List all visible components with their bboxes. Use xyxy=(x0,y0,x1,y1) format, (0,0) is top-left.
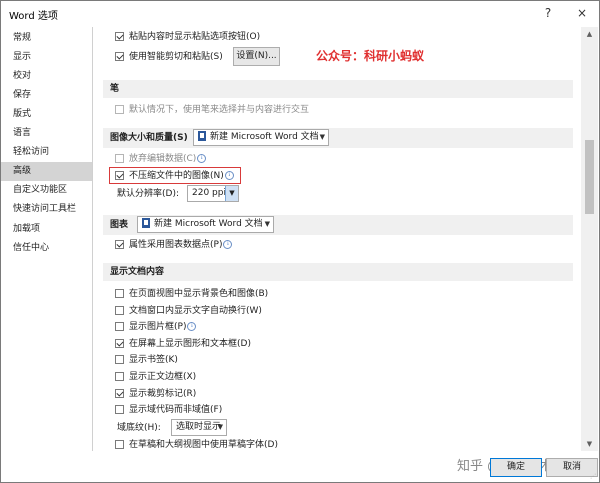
display-option-label: 显示域代码而非域值(F) xyxy=(129,405,223,415)
chevron-down-icon: ▼ xyxy=(319,133,325,141)
field-shading-value: 选取时显示 xyxy=(176,422,222,432)
display-option-checkbox[interactable] xyxy=(115,289,124,298)
close-button[interactable]: × xyxy=(570,3,594,23)
display-option-checkbox[interactable] xyxy=(115,306,124,315)
draft-font-checkbox[interactable] xyxy=(115,440,124,449)
field-shading-label: 域底纹(H): xyxy=(117,423,161,433)
discard-edit-data-checkbox[interactable] xyxy=(115,154,124,163)
resolution-label: 默认分辨率(D): xyxy=(117,189,179,199)
smart-cut-paste-checkbox[interactable] xyxy=(115,52,124,61)
no-compress-label: 不压缩文件中的图像(N) xyxy=(129,171,224,181)
options-content: 粘贴内容时显示粘贴选项按钮(O) 使用智能剪切和粘贴(S) 设置(N)... 公… xyxy=(93,27,579,451)
draft-font-label: 在草稿和大纲视图中使用草稿字体(D) xyxy=(129,440,278,450)
section-pen: 笔 xyxy=(103,80,573,98)
display-option-row[interactable]: 显示书签(K) xyxy=(115,352,178,368)
sidebar-item-add-ins[interactable]: 加载项 xyxy=(1,220,92,239)
sidebar: 常规 显示 校对 保存 版式 语言 轻松访问 高级 自定义功能区 快速访问工具栏… xyxy=(1,27,93,451)
scroll-thumb[interactable] xyxy=(585,140,594,214)
info-icon: i xyxy=(223,240,233,249)
resolution-value: 220 ppi xyxy=(192,188,226,198)
ok-button[interactable]: 确定 xyxy=(490,458,542,477)
image-doc-select-value: 新建 Microsoft Word 文档 xyxy=(210,132,319,142)
sidebar-item-display[interactable]: 显示 xyxy=(1,48,92,67)
discard-edit-data-row[interactable]: 放弃编辑数据(C) i xyxy=(115,151,207,167)
sidebar-item-layout[interactable]: 版式 xyxy=(1,105,92,124)
display-option-label: 文档窗口内显示文字自动换行(W) xyxy=(129,306,262,316)
discard-edit-data-label: 放弃编辑数据(C) xyxy=(129,154,197,164)
image-size-title: 图像大小和质量(S) xyxy=(110,133,188,143)
paste-options-checkbox[interactable] xyxy=(115,32,124,41)
sidebar-item-proofing[interactable]: 校对 xyxy=(1,67,92,86)
paste-options-label: 粘贴内容时显示粘贴选项按钮(O) xyxy=(129,32,261,42)
display-option-row[interactable]: 显示图片框(P) i xyxy=(115,319,197,335)
display-option-checkbox[interactable] xyxy=(115,372,124,381)
display-option-label: 显示正文边框(X) xyxy=(129,372,197,382)
display-option-label: 显示图片框(P) xyxy=(129,322,187,332)
chart-title: 图表 xyxy=(110,220,129,230)
field-shading-select[interactable]: 选取时显示 ▼ xyxy=(171,419,227,436)
chevron-down-icon: ▼ xyxy=(217,423,223,431)
resize-grip-icon[interactable]: ⋰ xyxy=(590,473,598,481)
display-option-checkbox[interactable] xyxy=(115,355,124,364)
display-option-row[interactable]: 显示裁剪标记(R) xyxy=(115,386,196,402)
sidebar-item-accessibility[interactable]: 轻松访问 xyxy=(1,143,92,162)
pen-select-row[interactable]: 默认情况下，使用笔来选择并与内容进行交互 xyxy=(115,102,309,118)
resolution-select[interactable]: 220 ppi ▼ xyxy=(187,185,239,202)
window-title: Word 选项 xyxy=(9,11,58,22)
word-doc-icon xyxy=(142,218,150,228)
sidebar-item-general[interactable]: 常规 xyxy=(1,29,92,48)
display-option-checkbox[interactable] xyxy=(115,405,124,414)
section-image-size: 图像大小和质量(S) xyxy=(103,128,573,148)
word-options-dialog: Word 选项 ? × 常规 显示 校对 保存 版式 语言 轻松访问 高级 自定… xyxy=(0,0,600,483)
chart-doc-select-value: 新建 Microsoft Word 文档 xyxy=(154,219,263,229)
sidebar-item-save[interactable]: 保存 xyxy=(1,86,92,105)
title-bar: Word 选项 ? × xyxy=(1,1,599,27)
info-icon: i xyxy=(224,171,234,180)
paste-settings-button[interactable]: 设置(N)... xyxy=(233,47,280,66)
sidebar-item-customize-ribbon[interactable]: 自定义功能区 xyxy=(1,181,92,200)
display-option-row[interactable]: 显示域代码而非域值(F) xyxy=(115,402,222,418)
section-display: 显示文档内容 xyxy=(103,263,573,281)
help-button[interactable]: ? xyxy=(536,3,560,23)
display-option-label: 在屏幕上显示图形和文本框(D) xyxy=(129,339,251,349)
chart-properties-checkbox[interactable] xyxy=(115,240,124,249)
image-doc-select[interactable]: 新建 Microsoft Word 文档 ▼ xyxy=(193,129,329,146)
display-option-checkbox[interactable] xyxy=(115,339,124,348)
pen-select-checkbox[interactable] xyxy=(115,105,124,114)
display-option-label: 在页面视图中显示背景色和图像(B) xyxy=(129,289,269,299)
paste-options-row[interactable]: 粘贴内容时显示粘贴选项按钮(O) xyxy=(115,29,260,45)
draft-font-row[interactable]: 在草稿和大纲视图中使用草稿字体(D) xyxy=(115,437,278,451)
display-option-row[interactable]: 在页面视图中显示背景色和图像(B) xyxy=(115,286,268,302)
no-compress-checkbox[interactable] xyxy=(115,171,124,180)
sidebar-item-advanced[interactable]: 高级 xyxy=(1,162,92,181)
smart-cut-paste-label: 使用智能剪切和粘贴(S) xyxy=(129,52,223,62)
info-icon: i xyxy=(197,154,207,163)
display-option-checkbox[interactable] xyxy=(115,389,124,398)
display-option-label: 显示书签(K) xyxy=(129,355,178,365)
sidebar-item-quick-access[interactable]: 快速访问工具栏 xyxy=(1,200,92,219)
chart-properties-label: 属性采用图表数据点(P) xyxy=(129,240,223,250)
dialog-footer: 知乎 @蚂蚁学术 确定 取消 ⋰ xyxy=(1,451,599,482)
smart-cut-paste-row[interactable]: 使用智能剪切和粘贴(S) xyxy=(115,49,223,65)
info-icon: i xyxy=(187,322,197,331)
chevron-down-icon[interactable]: ▼ xyxy=(225,186,238,201)
no-compress-row[interactable]: 不压缩文件中的图像(N) i xyxy=(115,168,234,184)
vertical-scrollbar[interactable]: ▲ ▼ xyxy=(581,27,598,451)
sidebar-item-language[interactable]: 语言 xyxy=(1,124,92,143)
chart-properties-row[interactable]: 属性采用图表数据点(P) i xyxy=(115,237,233,253)
display-option-row[interactable]: 显示正文边框(X) xyxy=(115,369,196,385)
display-option-checkbox[interactable] xyxy=(115,322,124,331)
chart-doc-select[interactable]: 新建 Microsoft Word 文档 ▼ xyxy=(137,216,274,233)
scroll-down-icon[interactable]: ▼ xyxy=(581,437,598,451)
scroll-up-icon[interactable]: ▲ xyxy=(581,27,598,41)
sidebar-item-trust-center[interactable]: 信任中心 xyxy=(1,239,92,258)
display-option-label: 显示裁剪标记(R) xyxy=(129,389,197,399)
display-option-row[interactable]: 在屏幕上显示图形和文本框(D) xyxy=(115,336,251,352)
display-option-row[interactable]: 文档窗口内显示文字自动换行(W) xyxy=(115,303,262,319)
watermark-text: 公众号：科研小蚂蚁 xyxy=(316,49,425,63)
pen-select-label: 默认情况下，使用笔来选择并与内容进行交互 xyxy=(129,105,310,115)
chevron-down-icon: ▼ xyxy=(264,220,270,228)
word-doc-icon xyxy=(198,131,206,141)
